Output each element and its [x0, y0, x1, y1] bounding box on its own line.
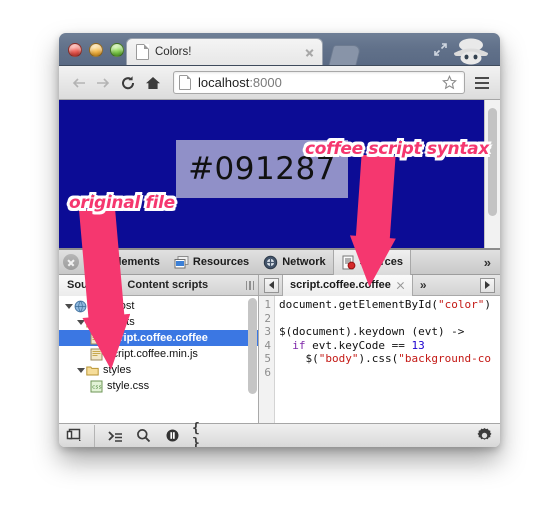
browser-tab[interactable]: Colors! — [126, 38, 323, 65]
address-bar[interactable]: localhost:8000 — [173, 71, 465, 94]
minimize-window-button[interactable] — [89, 43, 103, 57]
line-number: 1 — [264, 298, 271, 311]
close-icon[interactable] — [303, 46, 316, 59]
format-code-button[interactable]: { } — [192, 421, 211, 448]
line-number: 4 — [264, 338, 271, 352]
page-vertical-scrollbar[interactable] — [484, 100, 500, 248]
page-favicon-icon — [179, 75, 191, 90]
network-icon — [263, 255, 278, 270]
home-icon[interactable] — [142, 72, 164, 94]
reload-icon[interactable] — [117, 72, 139, 94]
editor-tabs-overflow[interactable]: » — [413, 278, 434, 292]
format-code-label: { } — [192, 420, 200, 448]
line-number: 5 — [264, 352, 271, 365]
window-titlebar: Colors! — [59, 33, 500, 66]
document-icon — [136, 44, 149, 60]
tree-item-style-css[interactable]: css style.css — [59, 378, 258, 394]
line-number: 3 — [264, 325, 271, 338]
fullscreen-icon[interactable] — [433, 42, 448, 57]
code-line-4: if evt.keyCode == 13 — [292, 338, 425, 352]
hamburger-menu-icon[interactable] — [472, 72, 492, 94]
new-tab-button[interactable] — [328, 45, 362, 65]
address-bar-text: localhost:8000 — [198, 75, 442, 90]
svg-text:css: css — [92, 384, 102, 390]
back-arrow-icon[interactable] — [67, 72, 89, 94]
code-content[interactable]: document.getElementById("color") $(docum… — [275, 296, 500, 423]
navigator-resize-grip[interactable] — [245, 280, 254, 290]
screenshot-root: Colors! localhost:8000 #091287 Elements … — [0, 0, 555, 514]
gear-icon[interactable] — [475, 426, 494, 445]
browser-toolbar: localhost:8000 — [59, 66, 500, 100]
close-window-button[interactable] — [68, 43, 82, 57]
pause-on-exceptions-icon[interactable] — [163, 426, 182, 445]
console-icon[interactable] — [105, 426, 124, 445]
star-icon[interactable] — [442, 74, 457, 90]
annotation-coffee-script-syntax: coffee script syntax — [305, 139, 490, 159]
devtools-close-button[interactable] — [63, 254, 79, 270]
navigator-tab-label: Content scripts — [127, 279, 209, 291]
dock-panel-icon[interactable] — [65, 426, 84, 445]
code-line-1: document.getElementById("color") — [279, 298, 491, 311]
code-line-3: $(document).keydown (evt) -> — [279, 325, 465, 338]
devtools-tabs-overflow[interactable]: » — [475, 255, 500, 270]
incognito-icon[interactable] — [451, 36, 491, 65]
arrow-original-file — [78, 206, 131, 378]
annotation-original-file: original file — [69, 193, 175, 213]
forward-arrow-icon[interactable] — [92, 72, 114, 94]
source-editor: script.coffee.coffee » 1 2 3 4 5 6 docum… — [259, 274, 500, 423]
navigator-tab-content-scripts[interactable]: Content scripts — [119, 275, 216, 296]
devtools-tab-resources[interactable]: Resources — [167, 250, 256, 275]
statusbar-divider — [94, 424, 95, 447]
line-number-gutter: 1 2 3 4 5 6 — [259, 296, 275, 423]
disclosure-triangle-icon[interactable] — [63, 301, 74, 312]
zoom-window-button[interactable] — [110, 43, 124, 57]
resources-icon — [174, 255, 189, 270]
browser-tab-title: Colors! — [155, 46, 192, 58]
devtools-tab-network[interactable]: Network — [256, 250, 332, 275]
prev-file-icon[interactable] — [264, 277, 279, 293]
window-controls — [68, 43, 124, 57]
tree-item-label: style.css — [107, 380, 150, 392]
stylesheet-file-icon: css — [90, 380, 103, 393]
scrollbar-thumb[interactable] — [488, 108, 497, 216]
url-host: localhost — [198, 75, 250, 90]
devtools-statusbar: { } — [59, 421, 500, 448]
devtools-tab-label: Resources — [192, 256, 250, 268]
line-number: 2 — [264, 311, 271, 325]
url-port: :8000 — [249, 75, 282, 90]
file-tree-scrollbar[interactable] — [248, 298, 257, 394]
arrow-coffee-script-syntax — [348, 153, 400, 295]
next-file-icon[interactable] — [480, 277, 495, 293]
code-editor[interactable]: 1 2 3 4 5 6 document.getElementById("col… — [259, 296, 500, 423]
search-icon[interactable] — [134, 426, 153, 445]
devtools-tab-label: Network — [282, 256, 326, 268]
code-line-5: $("body").css("background-co — [279, 352, 491, 365]
line-number: 6 — [264, 365, 271, 379]
